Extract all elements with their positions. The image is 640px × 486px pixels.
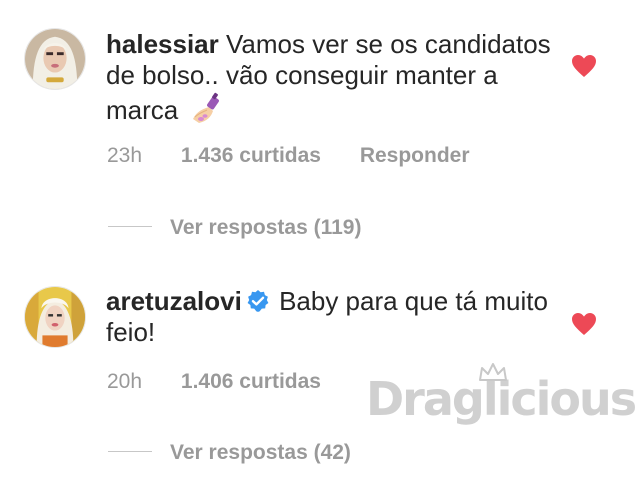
verified-badge-icon [246, 289, 270, 313]
watermark-logo: Draglicious [366, 362, 637, 440]
comment-likes[interactable]: 1.436 curtidas [181, 144, 321, 167]
view-replies-label: Ver respostas (42) [170, 441, 351, 464]
replies-divider [108, 451, 152, 452]
comment-time: 23h [107, 144, 143, 167]
comment-username[interactable]: aretuzalovi [106, 286, 242, 316]
comment-meta: 23h 1.436 curtidas Responder [107, 144, 503, 168]
watermark-text: Draglicious [366, 372, 637, 426]
comment-username[interactable]: halessiar [106, 29, 219, 59]
avatar[interactable] [24, 28, 86, 90]
comment-body: halessiar Vamos ver se os candidatos de … [106, 29, 551, 126]
comment-likes[interactable]: 1.406 curtidas [181, 370, 321, 393]
nail-polish-icon [189, 91, 223, 125]
avatar[interactable] [24, 286, 86, 348]
comment-time: 20h [107, 370, 143, 393]
heart-icon[interactable] [571, 312, 597, 336]
view-replies-button[interactable]: Ver respostas (42) [108, 441, 351, 465]
comments-screen: halessiar Vamos ver se os candidatos de … [0, 0, 640, 486]
view-replies-label: Ver respostas (119) [170, 216, 362, 239]
replies-divider [108, 226, 152, 227]
comment-meta: 20h 1.406 curtidas [107, 370, 354, 394]
reply-button[interactable]: Responder [360, 144, 470, 167]
view-replies-button[interactable]: Ver respostas (119) [108, 216, 361, 240]
comment-body: aretuzalovi Baby para que tá muito feio! [106, 286, 551, 348]
heart-icon[interactable] [571, 54, 597, 78]
